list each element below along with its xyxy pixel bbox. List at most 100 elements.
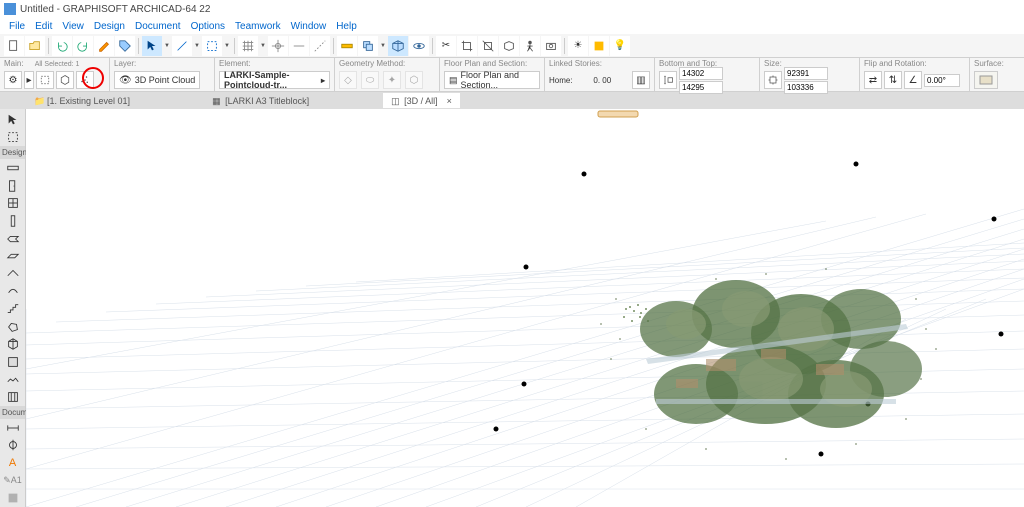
layer-dropdown[interactable]: 3D Point Cloud xyxy=(114,71,200,89)
menu-design[interactable]: Design xyxy=(89,21,130,32)
dropdown-icon[interactable]: ▸ xyxy=(321,76,325,85)
size-x-input[interactable] xyxy=(784,67,828,80)
design-section-label: Design xyxy=(0,146,25,159)
arrow-right-icon[interactable]: ▸ xyxy=(24,71,34,89)
linked-val: 0. 00 xyxy=(593,76,611,85)
view3d-icon[interactable] xyxy=(388,36,408,56)
menu-options[interactable]: Options xyxy=(186,21,230,32)
menu-help[interactable]: Help xyxy=(331,21,362,32)
workspace: Design Documen A ✎A1 xyxy=(0,109,1024,507)
pointcloud-object-icon[interactable] xyxy=(76,71,94,89)
floorplan-dropdown[interactable]: ▤ Floor Plan and Section... xyxy=(444,71,540,89)
zone-tool-icon[interactable] xyxy=(2,353,24,371)
menu-view[interactable]: View xyxy=(57,21,89,32)
trace-icon[interactable] xyxy=(358,36,378,56)
door-tool-icon[interactable] xyxy=(2,177,24,195)
sun-icon[interactable]: ☀ xyxy=(568,36,588,56)
dimension-tool-icon[interactable] xyxy=(2,419,24,437)
arrow-tool-icon[interactable] xyxy=(2,111,24,129)
tab-titleblock[interactable]: ▦ [LARKI A3 Titleblock] xyxy=(204,93,317,108)
slab-tool-icon[interactable] xyxy=(2,247,24,265)
info-element-label: Element: xyxy=(219,59,330,69)
tag-icon[interactable] xyxy=(115,36,135,56)
element-name-field[interactable]: LARKI-Sample-Pointcloud-tr... ▸ xyxy=(219,71,330,89)
info-geometry-label: Geometry Method: xyxy=(339,59,435,69)
close-icon[interactable]: × xyxy=(447,96,452,106)
open-icon[interactable] xyxy=(25,36,45,56)
wall-tool-icon[interactable] xyxy=(2,159,24,177)
redo-icon[interactable] xyxy=(73,36,93,56)
arrow-select-icon[interactable] xyxy=(142,36,162,56)
orbit-icon[interactable] xyxy=(409,36,429,56)
section-icon[interactable] xyxy=(478,36,498,56)
render-icon[interactable] xyxy=(589,36,609,56)
rotation-input[interactable] xyxy=(924,74,960,87)
bottom-input[interactable] xyxy=(679,67,723,80)
layer-value: 3D Point Cloud xyxy=(135,75,196,85)
dropdown-icon[interactable]: ▼ xyxy=(379,36,387,56)
viewport-handle xyxy=(598,111,638,117)
info-main-label: Main: All Selected: 1 xyxy=(4,59,105,69)
new-icon[interactable] xyxy=(4,36,24,56)
menu-teamwork[interactable]: Teamwork xyxy=(230,21,286,32)
stair-tool-icon[interactable] xyxy=(2,300,24,318)
window-tool-icon[interactable] xyxy=(2,195,24,213)
mesh-tool-icon[interactable] xyxy=(2,371,24,389)
guide-icon[interactable] xyxy=(289,36,309,56)
story-icon[interactable]: ▥ xyxy=(632,71,650,89)
shell-tool-icon[interactable] xyxy=(2,283,24,301)
menu-file[interactable]: File xyxy=(4,21,30,32)
angle-icon: ∠ xyxy=(904,71,922,89)
menu-edit[interactable]: Edit xyxy=(30,21,57,32)
undo-icon[interactable] xyxy=(52,36,72,56)
grid-icon[interactable] xyxy=(238,36,258,56)
flip-h-icon[interactable]: ⇄ xyxy=(864,71,882,89)
info-toolbar: Main: All Selected: 1 ⚙ ▸ Layer: 3D Poin… xyxy=(0,58,1024,92)
dropdown-icon[interactable]: ▼ xyxy=(163,36,171,56)
layers-icon: ▤ xyxy=(449,75,458,86)
marquee-tool-icon[interactable] xyxy=(2,129,24,147)
elevation-icon[interactable] xyxy=(659,71,677,89)
camera-icon[interactable] xyxy=(541,36,561,56)
dropdown-icon[interactable]: ▼ xyxy=(223,36,231,56)
marquee-icon[interactable] xyxy=(202,36,222,56)
snap-icon[interactable] xyxy=(268,36,288,56)
tab-existing-level[interactable]: 📁 [1. Existing Level 01] xyxy=(26,93,138,108)
settings-icon[interactable]: ⚙ xyxy=(4,71,22,89)
flip-v-icon[interactable]: ⇅ xyxy=(884,71,902,89)
viewport-3d[interactable] xyxy=(26,109,1024,507)
menu-document[interactable]: Document xyxy=(130,21,186,32)
element-btn-icon[interactable] xyxy=(56,71,74,89)
dropdown-icon[interactable]: ▼ xyxy=(259,36,267,56)
curtain-tool-icon[interactable] xyxy=(2,388,24,406)
column-tool-icon[interactable] xyxy=(2,212,24,230)
menu-window[interactable]: Window xyxy=(286,21,332,32)
label-tool-icon[interactable]: ✎A1 xyxy=(2,472,24,490)
standard-toolbar: ▼ ▼ ▼ ▼ ▼ ✂ ☀ 💡 xyxy=(0,34,1024,58)
fill-tool-icon[interactable] xyxy=(2,490,24,507)
crop-icon[interactable] xyxy=(457,36,477,56)
construct-icon[interactable] xyxy=(310,36,330,56)
surface-button[interactable] xyxy=(974,71,998,89)
morph-tool-icon[interactable] xyxy=(2,318,24,336)
walk-icon[interactable] xyxy=(520,36,540,56)
measure-icon[interactable] xyxy=(337,36,357,56)
size-y-input[interactable] xyxy=(784,81,828,94)
line-icon[interactable] xyxy=(172,36,192,56)
roof-tool-icon[interactable] xyxy=(2,265,24,283)
box-icon[interactable] xyxy=(499,36,519,56)
cut-icon[interactable]: ✂ xyxy=(436,36,456,56)
size-icon[interactable] xyxy=(764,71,782,89)
tab-3d-all[interactable]: ◫ [3D / All] × xyxy=(383,93,460,108)
point-cloud-object[interactable] xyxy=(586,229,956,507)
lamp-icon[interactable]: 💡 xyxy=(610,36,630,56)
text-tool-icon[interactable]: A xyxy=(2,454,24,472)
select-icon[interactable] xyxy=(36,71,54,89)
level-dim-tool-icon[interactable] xyxy=(2,437,24,455)
object-tool-icon[interactable] xyxy=(2,336,24,354)
pencil-icon[interactable] xyxy=(94,36,114,56)
beam-tool-icon[interactable] xyxy=(2,230,24,248)
info-main: Main: All Selected: 1 ⚙ ▸ xyxy=(0,58,110,92)
top-input[interactable] xyxy=(679,81,723,94)
dropdown-icon[interactable]: ▼ xyxy=(193,36,201,56)
